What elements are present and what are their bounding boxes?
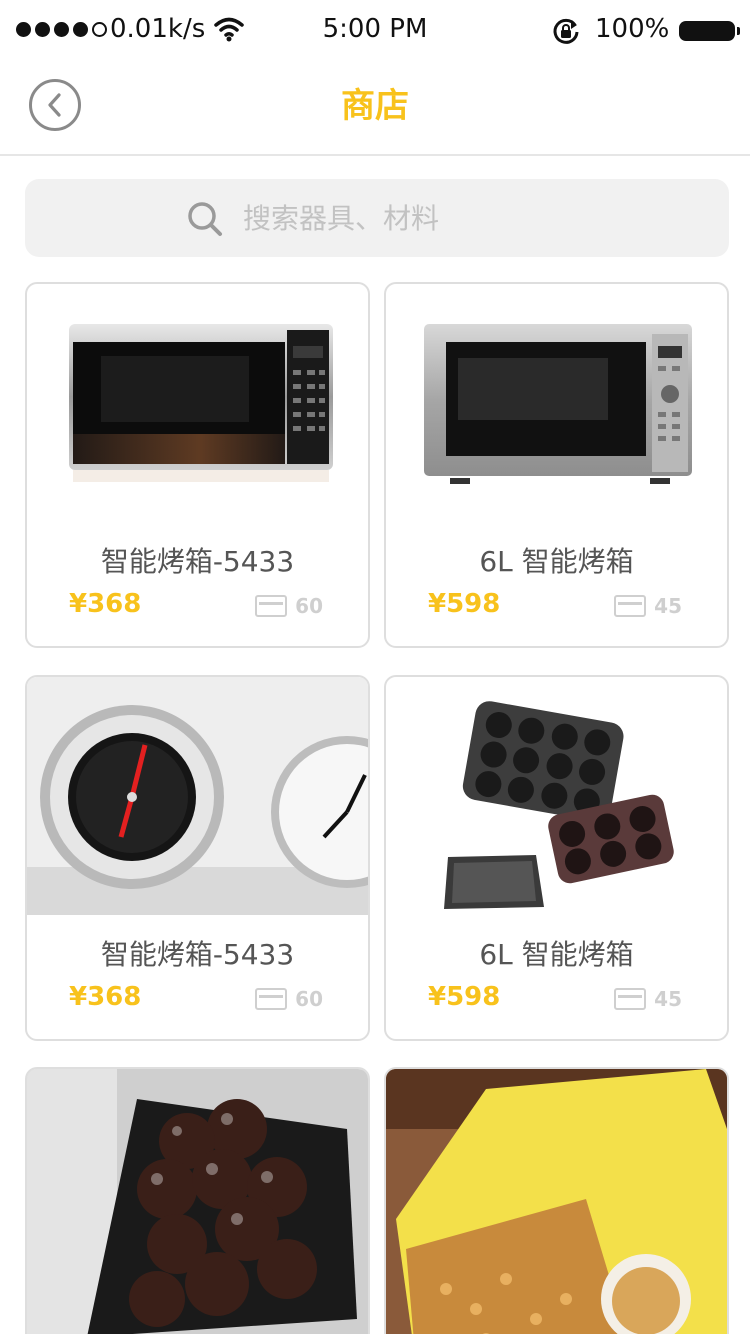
product-name: 6L 智能烤箱	[479, 545, 634, 578]
product-price: ¥368	[69, 982, 142, 1012]
product-image-chocolate-balls	[27, 1069, 368, 1334]
product-price: ¥598	[428, 589, 501, 619]
product-image-thermometers	[27, 677, 368, 915]
card-icon	[255, 595, 288, 617]
product-image-silver-microwave	[386, 284, 727, 522]
product-image-peanuts-bag	[386, 1069, 727, 1334]
search-input[interactable]	[243, 193, 683, 243]
nav-bar: 商店	[0, 60, 750, 156]
product-image-black-microwave	[27, 284, 368, 522]
product-count-value: 45	[654, 594, 682, 618]
search-bar[interactable]	[25, 179, 729, 257]
card-icon	[614, 988, 647, 1010]
product-card[interactable]: 6L 智能烤箱 ¥598 45	[384, 675, 729, 1041]
product-name: 智能烤箱-5433	[100, 938, 295, 971]
search-icon	[188, 202, 222, 236]
product-count: 60	[255, 987, 323, 1011]
product-count-value: 45	[654, 987, 682, 1011]
product-price: ¥368	[69, 589, 142, 619]
rotation-lock-icon	[551, 17, 581, 54]
battery-icon	[679, 21, 740, 41]
card-icon	[255, 988, 288, 1010]
battery-percent: 100%	[595, 14, 670, 44]
status-bar: 0.01k/s 5:00 PM 100%	[0, 0, 750, 60]
product-count-value: 60	[295, 594, 323, 618]
page-title: 商店	[341, 86, 409, 126]
product-name: 6L 智能烤箱	[479, 938, 634, 971]
product-name: 智能烤箱-5433	[100, 545, 295, 578]
product-card[interactable]: 智能烤箱-5433 ¥368 60	[25, 675, 370, 1041]
product-count-value: 60	[295, 987, 323, 1011]
card-icon	[614, 595, 647, 617]
product-price: ¥598	[428, 982, 501, 1012]
product-image-muffin-pans	[386, 677, 727, 915]
product-count: 45	[614, 987, 682, 1011]
product-card[interactable]: 智能烤箱-5433 ¥368 60	[25, 282, 370, 648]
product-count: 60	[255, 594, 323, 618]
product-card[interactable]	[384, 1067, 729, 1334]
product-card[interactable]: 6L 智能烤箱 ¥598 45	[384, 282, 729, 648]
product-count: 45	[614, 594, 682, 618]
product-card[interactable]	[25, 1067, 370, 1334]
